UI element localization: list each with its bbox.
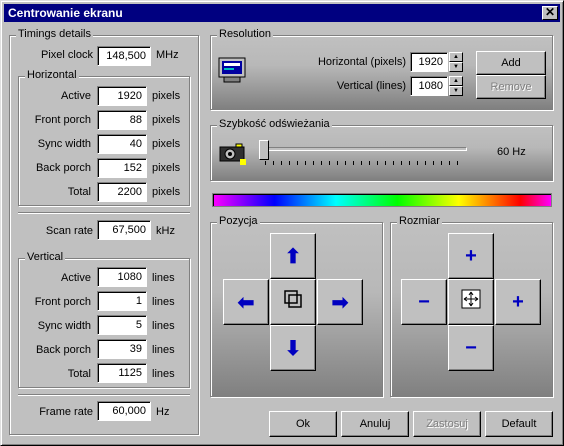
move-left-button[interactable]: ⬅ — [223, 279, 269, 325]
frame-rate-label: Frame rate — [39, 406, 93, 418]
cancel-button[interactable]: Anuluj — [341, 411, 409, 437]
h-back-porch-field[interactable]: 152 — [97, 158, 147, 178]
color-bar — [212, 193, 552, 207]
decrease-height-button[interactable]: − — [448, 325, 494, 371]
h-front-porch-field[interactable]: 88 — [97, 110, 147, 130]
resolution-group-label: Resolution — [217, 28, 273, 40]
minus-icon: − — [418, 290, 430, 313]
resolution-horizontal-spinner[interactable]: ▲ ▼ — [449, 52, 463, 72]
move-right-button[interactable]: ➡ — [317, 279, 363, 325]
v-total-label: Total — [67, 368, 91, 380]
v-active-unit: lines — [152, 272, 175, 284]
increase-height-button[interactable]: + — [448, 233, 494, 279]
resolution-vertical-field[interactable]: 1080 — [410, 76, 448, 96]
close-icon: ✕ — [544, 5, 556, 19]
v-sync-width-label: Sync width — [37, 320, 91, 332]
close-button[interactable]: ✕ — [542, 6, 558, 20]
spin-down-icon[interactable]: ▼ — [449, 62, 463, 72]
h-front-porch-unit: pixels — [152, 114, 181, 126]
dialog-window: Centrowanie ekranu ✕ Timings details Pix… — [0, 0, 564, 446]
scan-rate-field[interactable]: 67,500 — [97, 220, 151, 240]
camera-icon — [218, 141, 248, 167]
move-icon — [461, 289, 481, 315]
resolution-vertical-spinner[interactable]: ▲ ▼ — [449, 76, 463, 96]
arrow-left-icon: ⬅ — [237, 291, 255, 314]
resolution-horizontal-label: Horizontal (pixels) — [317, 56, 406, 68]
scan-rate-unit: kHz — [156, 225, 175, 237]
add-button[interactable]: Add — [476, 51, 546, 75]
v-sync-width-field[interactable]: 5 — [97, 315, 147, 335]
v-sync-width-unit: lines — [152, 320, 175, 332]
h-sync-width-unit: pixels — [152, 138, 181, 150]
arrow-right-icon: ➡ — [331, 291, 349, 314]
v-back-porch-unit: lines — [152, 344, 175, 356]
v-total-field[interactable]: 1125 — [97, 363, 147, 383]
increase-width-button[interactable]: + — [495, 279, 541, 325]
refresh-slider-thumb[interactable] — [259, 140, 269, 160]
move-up-button[interactable]: ⬆ — [270, 233, 316, 279]
center-icon — [283, 289, 303, 315]
v-back-porch-field[interactable]: 39 — [97, 339, 147, 359]
pixel-clock-field[interactable]: 148,500 — [97, 46, 151, 66]
spin-up-icon[interactable]: ▲ — [449, 76, 463, 86]
minus-icon: − — [465, 336, 477, 359]
arrow-up-icon: ⬆ — [284, 245, 302, 268]
frame-rate-unit: Hz — [156, 406, 170, 418]
default-button[interactable]: Default — [485, 411, 553, 437]
refresh-slider-ticks — [265, 161, 465, 165]
spin-up-icon[interactable]: ▲ — [449, 52, 463, 62]
pixel-clock-unit: MHz — [156, 49, 179, 61]
title-bar: Centrowanie ekranu ✕ — [4, 4, 560, 22]
apply-button[interactable]: Zastosuj — [413, 411, 481, 437]
decrease-width-button[interactable]: − — [401, 279, 447, 325]
refresh-value: 60 Hz — [497, 146, 526, 158]
ok-button[interactable]: Ok — [269, 411, 337, 437]
arrow-down-icon: ⬇ — [284, 337, 302, 360]
v-front-porch-unit: lines — [152, 296, 175, 308]
refresh-slider-track[interactable] — [261, 147, 467, 151]
h-active-label: Active — [61, 90, 91, 102]
h-sync-width-label: Sync width — [37, 138, 91, 150]
position-group-label: Pozycja — [217, 215, 260, 227]
pixel-clock-label: Pixel clock — [41, 49, 93, 61]
v-active-label: Active — [61, 272, 91, 284]
h-total-label: Total — [67, 186, 91, 198]
h-sync-width-field[interactable]: 40 — [97, 134, 147, 154]
size-group-label: Rozmiar — [397, 215, 442, 227]
resolution-vertical-label: Vertical (lines) — [336, 80, 406, 92]
plus-icon: + — [465, 244, 477, 267]
v-front-porch-label: Front porch — [34, 296, 91, 308]
monitor-icon — [218, 57, 246, 83]
remove-button[interactable]: Remove — [476, 75, 546, 99]
v-total-unit: lines — [152, 368, 175, 380]
window-title: Centrowanie ekranu — [8, 6, 123, 20]
h-back-porch-label: Back porch — [35, 162, 91, 174]
h-back-porch-unit: pixels — [152, 162, 181, 174]
separator — [18, 212, 190, 214]
h-total-field[interactable]: 2200 — [97, 182, 147, 202]
reset-size-button[interactable] — [448, 279, 494, 325]
resolution-horizontal-field[interactable]: 1920 — [410, 52, 448, 72]
horizontal-group-label: Horizontal — [25, 69, 79, 81]
spin-down-icon[interactable]: ▼ — [449, 86, 463, 96]
v-front-porch-field[interactable]: 1 — [97, 291, 147, 311]
vertical-group-label: Vertical — [25, 251, 66, 263]
h-active-field[interactable]: 1920 — [97, 86, 147, 106]
move-down-button[interactable]: ⬇ — [270, 325, 316, 371]
frame-rate-field[interactable]: 60,000 — [97, 401, 151, 421]
v-back-porch-label: Back porch — [35, 344, 91, 356]
h-total-unit: pixels — [152, 186, 181, 198]
center-position-button[interactable] — [270, 279, 316, 325]
v-active-field[interactable]: 1080 — [97, 267, 147, 287]
h-front-porch-label: Front porch — [34, 114, 91, 126]
timings-group-label: Timings details — [16, 28, 93, 40]
refresh-group-label: Szybkość odświeżania — [217, 118, 332, 130]
h-active-unit: pixels — [152, 90, 181, 102]
separator — [18, 394, 190, 396]
plus-icon: + — [512, 290, 524, 313]
scan-rate-label: Scan rate — [45, 225, 93, 237]
